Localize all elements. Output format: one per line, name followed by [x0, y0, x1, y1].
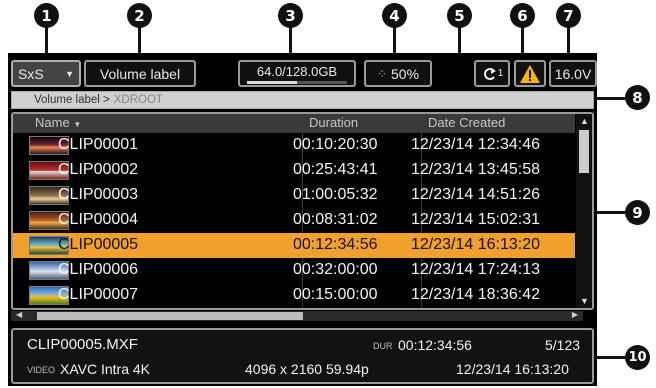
capacity-text: 64.0/128.0GB: [256, 63, 338, 79]
clip-name: CLIP00005: [58, 236, 139, 253]
clip-name: CLIP00006: [58, 261, 139, 278]
clip-date: 12/23/14 15:02:31: [411, 211, 541, 228]
dropdown-arrow-icon: ▼: [65, 68, 74, 79]
callout-6: 6: [510, 3, 535, 28]
scroll-right-icon[interactable]: ▶: [572, 310, 578, 319]
breadcrumb-current: XDROOT: [113, 94, 163, 106]
info-clip-index: 5/123: [545, 337, 581, 353]
capacity-bar-fill: [247, 80, 297, 84]
callout-1: 1: [34, 3, 59, 28]
info-filename: CLIP00005.MXF: [27, 336, 138, 353]
table-row[interactable]: CLIP00004 00:08:31:02 12/23/14 15:02:31: [13, 208, 575, 233]
clip-name: CLIP00007: [58, 286, 139, 303]
table-row[interactable]: CLIP00003 01:00:05:32 12/23/14 14:51:26: [13, 183, 575, 208]
callout-8: 8: [625, 85, 650, 110]
device-screen: SxS ▼ Volume label 64.0/128.0GB ⁘ 50% 1: [8, 53, 597, 386]
info-video-label: VIDEO: [27, 365, 56, 375]
clip-duration: 00:12:34:56: [293, 236, 378, 253]
clip-date: 12/23/14 13:45:58: [411, 161, 541, 178]
leader-line-10: [595, 356, 625, 359]
figure: 1 2 3 4 5 6 7 8 9 10 SxS ▼ Volume label …: [0, 0, 656, 388]
leader-line-9: [595, 211, 625, 214]
clip-duration: 00:10:20:30: [293, 136, 378, 153]
info-resolution: 4096 x 2160 59.94p: [245, 361, 369, 377]
callout-9: 9: [625, 200, 650, 225]
info-codec: XAVC Intra 4K: [60, 361, 151, 377]
horizontal-scroll-thumb[interactable]: [37, 312, 303, 320]
clip-duration: 00:08:31:02: [293, 211, 378, 228]
loop-icon: [483, 67, 496, 80]
battery-percent: 50%: [391, 65, 420, 82]
scroll-thumb[interactable]: [579, 130, 589, 173]
clip-duration: 00:32:00:00: [293, 261, 378, 278]
clip-duration: 01:00:05:32: [293, 186, 378, 203]
loop-count: 1: [497, 68, 504, 79]
callout-5: 5: [447, 3, 472, 28]
breadcrumb: Volume label > XDROOT: [11, 91, 594, 109]
column-header-duration[interactable]: Duration: [309, 115, 358, 130]
column-header-name[interactable]: Name ▼: [35, 115, 81, 130]
sort-down-icon: ▼: [73, 120, 82, 129]
callout-4: 4: [382, 3, 407, 28]
battery-busy-icon: ⁘: [376, 66, 388, 81]
table-row[interactable]: CLIP00007 00:15:00:00 12/23/14 18:36:42: [13, 283, 575, 308]
clip-date: 12/23/14 12:34:46: [411, 136, 541, 153]
clip-duration: 00:15:00:00: [293, 286, 378, 303]
column-name-label: Name: [35, 115, 70, 130]
scroll-up-icon[interactable]: ▲: [580, 116, 589, 126]
table-row[interactable]: CLIP00006 00:32:00:00 12/23/14 17:24:13: [13, 258, 575, 283]
loop-indicator: 1: [474, 60, 510, 87]
clip-info-panel: CLIP00005.MXF DUR 00:12:34:56 5/123 VIDE…: [11, 328, 594, 384]
callout-10: 10: [625, 345, 650, 370]
battery-voltage: 16.0V: [549, 60, 597, 87]
clip-date: 12/23/14 18:36:42: [411, 286, 541, 303]
table-row[interactable]: CLIP00002 00:25:43:41 12/23/14 13:45:58: [13, 158, 575, 183]
info-duration: 00:12:34:56: [398, 337, 472, 353]
clip-name: CLIP00002: [58, 161, 139, 178]
clip-date: 12/23/14 16:13:20: [411, 236, 541, 253]
media-select[interactable]: SxS ▼: [11, 60, 81, 87]
table-row[interactable]: CLIP00005 00:12:34:56 12/23/14 16:13:20: [13, 233, 575, 258]
clip-name: CLIP00001: [58, 136, 139, 153]
vertical-scrollbar[interactable]: ▲ ▼: [576, 114, 592, 308]
scroll-left-icon[interactable]: ◀: [16, 310, 22, 319]
breadcrumb-path: Volume label >: [34, 94, 110, 106]
column-header-date[interactable]: Date Created: [428, 115, 505, 130]
table-row[interactable]: CLIP00001 00:10:20:30 12/23/14 12:34:46: [13, 133, 575, 158]
clip-list: Name ▼ Duration Date Created CLIP00001 00…: [11, 112, 594, 310]
list-header: Name ▼ Duration Date Created: [13, 114, 575, 133]
warning-indicator: [514, 60, 546, 87]
capacity-bar: [247, 80, 347, 84]
scroll-down-icon[interactable]: ▼: [580, 296, 589, 306]
callout-2: 2: [127, 3, 152, 28]
media-capacity: 64.0/128.0GB: [238, 60, 356, 87]
horizontal-scrollbar[interactable]: ◀ ▶: [11, 310, 583, 321]
clip-duration: 00:25:43:41: [293, 161, 378, 178]
info-dur-label: DUR: [373, 341, 393, 351]
clip-name: CLIP00003: [58, 186, 139, 203]
leader-line-8: [595, 97, 625, 100]
info-date: 12/23/14 16:13:20: [456, 361, 569, 377]
volume-label: Volume label: [84, 60, 196, 87]
battery-status: ⁘ 50%: [364, 60, 432, 87]
callout-3: 3: [278, 3, 303, 28]
callout-7: 7: [556, 3, 581, 28]
media-select-value: SxS: [18, 65, 44, 82]
clip-date: 12/23/14 17:24:13: [411, 261, 541, 278]
clip-date: 12/23/14 14:51:26: [411, 186, 541, 203]
warning-icon: [520, 64, 540, 83]
clip-name: CLIP00004: [58, 211, 139, 228]
